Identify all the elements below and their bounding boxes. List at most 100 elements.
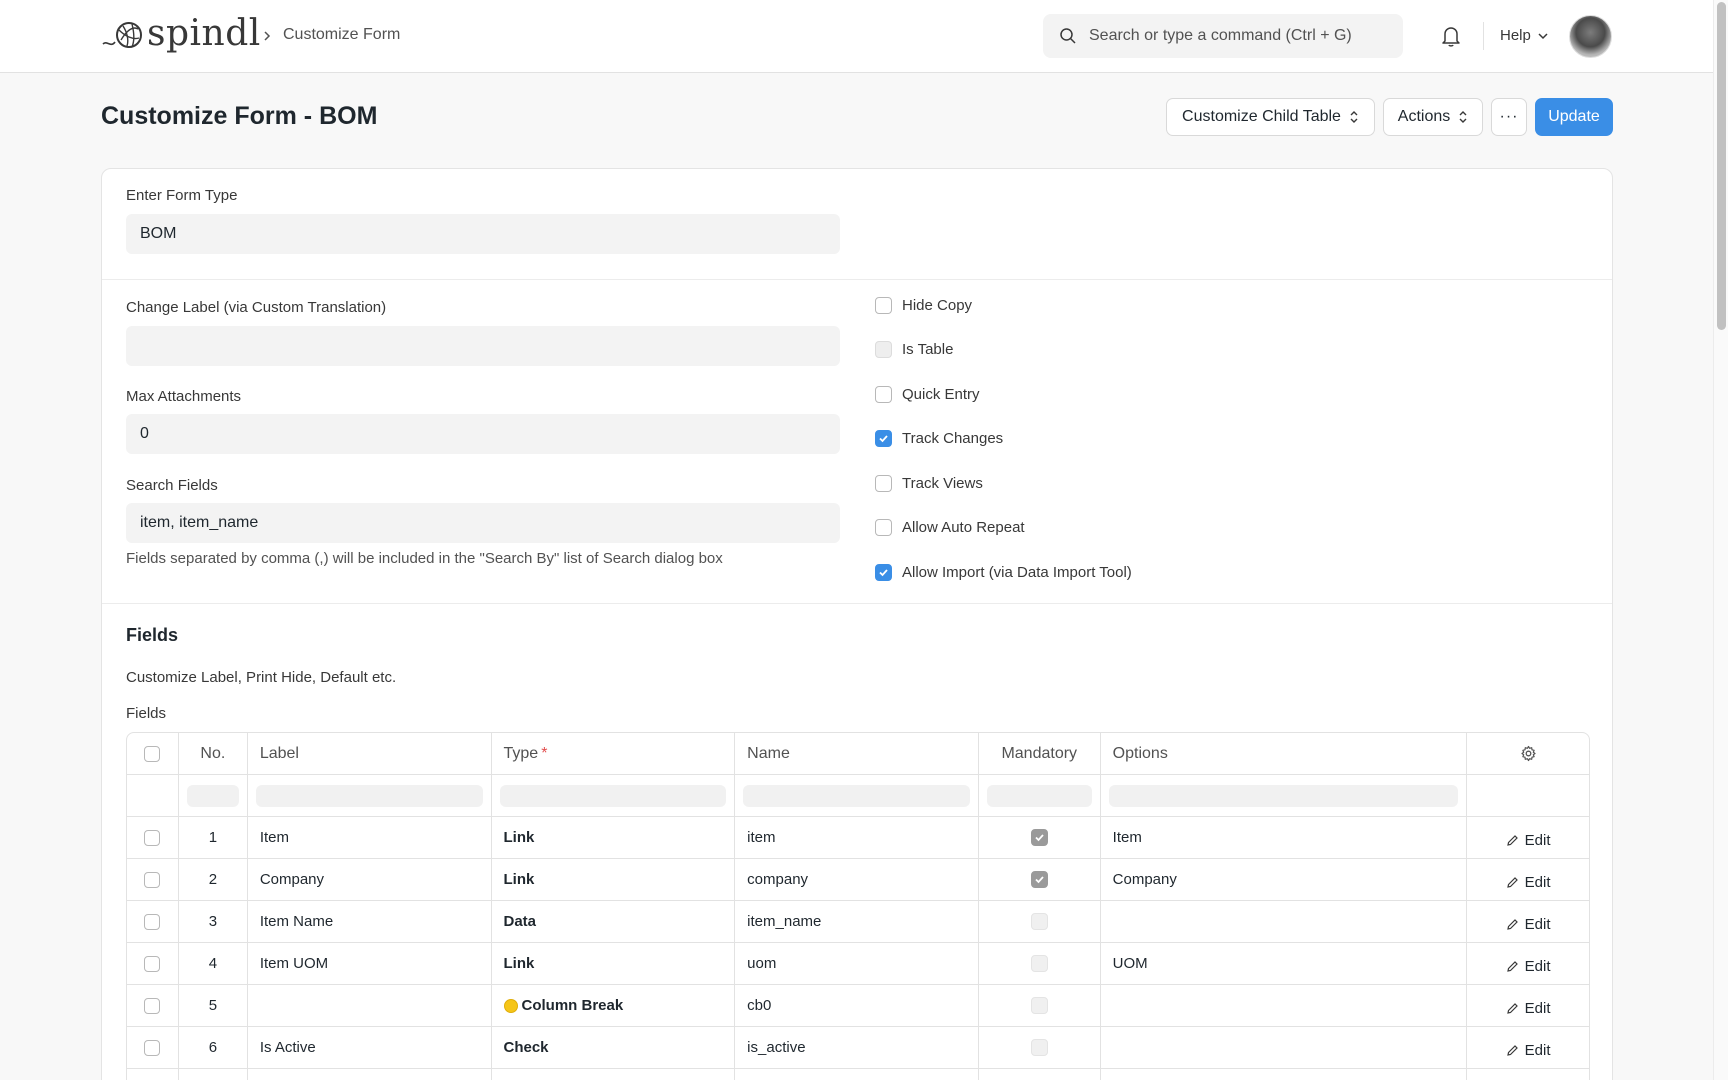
row-type-cell[interactable]: Check — [492, 1027, 736, 1068]
row-type-cell[interactable]: Link — [492, 817, 736, 858]
checkbox-box[interactable] — [875, 386, 892, 403]
mandatory-checkbox[interactable] — [1030, 1039, 1048, 1056]
actions-button[interactable]: Actions — [1383, 98, 1483, 136]
mandatory-checkbox[interactable] — [1030, 955, 1048, 972]
row-checkbox[interactable] — [144, 955, 161, 972]
search-input[interactable] — [1089, 27, 1389, 45]
max-attachments-input[interactable] — [126, 414, 840, 454]
row-edit-button[interactable]: Edit — [1506, 832, 1551, 849]
row-options[interactable] — [1101, 901, 1468, 942]
filter-no-input[interactable] — [186, 784, 239, 807]
allow-auto-repeat-checkbox[interactable]: Allow Auto Repeat — [875, 519, 1025, 536]
row-checkbox[interactable] — [144, 997, 161, 1014]
row-edit-button[interactable]: Edit — [1506, 1000, 1551, 1017]
search-fields-label: Search Fields — [126, 477, 218, 494]
table-row[interactable]: 3 Item Name Data item_name Edit — [127, 901, 1589, 943]
check-icon — [879, 569, 888, 577]
row-label[interactable]: Company — [248, 859, 492, 900]
row-options[interactable] — [1101, 985, 1468, 1026]
track-views-checkbox[interactable]: Track Views — [875, 475, 983, 492]
filter-cell — [979, 775, 1101, 816]
row-type-cell[interactable]: Link — [492, 859, 736, 900]
table-row[interactable]: 2 Company Link company Company Edit — [127, 859, 1589, 901]
row-type-cell[interactable]: Column Break — [492, 985, 736, 1026]
form-type-input[interactable] — [126, 214, 840, 254]
row-checkbox[interactable] — [144, 871, 161, 888]
row-edit-cell: Edit — [1467, 943, 1589, 984]
filter-options-input[interactable] — [1108, 784, 1459, 807]
notification-bell-icon[interactable] — [1440, 24, 1462, 48]
row-name[interactable]: is_active — [735, 1027, 979, 1068]
checkbox-box[interactable] — [875, 519, 892, 536]
change-label-input[interactable] — [126, 326, 840, 366]
row-edit-button[interactable]: Edit — [1506, 1042, 1551, 1059]
row-label[interactable]: Is Active — [248, 1027, 492, 1068]
quick-entry-checkbox[interactable]: Quick Entry — [875, 386, 980, 403]
row-label[interactable]: Item — [248, 817, 492, 858]
gear-icon[interactable] — [1520, 745, 1537, 762]
checkbox-box-checked[interactable] — [875, 430, 892, 447]
row-edit-button[interactable]: Edit — [1506, 874, 1551, 891]
check-icon — [1035, 876, 1044, 884]
help-label: Help — [1500, 27, 1531, 44]
update-button[interactable]: Update — [1535, 98, 1613, 136]
awesomebar[interactable] — [1043, 14, 1403, 58]
row-name[interactable]: company — [735, 859, 979, 900]
checkbox-box[interactable] — [875, 297, 892, 314]
breadcrumb-customize-form[interactable]: Customize Form — [283, 26, 400, 44]
table-row[interactable]: 1 Item Link item Item Edit — [127, 817, 1589, 859]
mandatory-checkbox-checked[interactable] — [1030, 871, 1048, 888]
row-name[interactable]: item — [735, 817, 979, 858]
checkbox-box[interactable] — [875, 475, 892, 492]
help-dropdown[interactable]: Help — [1500, 27, 1549, 44]
row-options[interactable] — [1101, 1027, 1468, 1068]
user-avatar[interactable] — [1569, 15, 1612, 58]
table-row[interactable]: 5 Column Break cb0 Edit — [127, 985, 1589, 1027]
filter-name-input[interactable] — [743, 784, 970, 807]
row-label[interactable]: Item Name — [248, 901, 492, 942]
row-checkbox[interactable] — [144, 913, 161, 930]
fields-section-title[interactable]: Fields — [126, 625, 178, 646]
page-scrollbar[interactable] — [1713, 0, 1728, 1080]
row-select-cell — [127, 901, 179, 942]
filter-cell — [248, 775, 492, 816]
row-checkbox[interactable] — [144, 829, 161, 846]
table-row[interactable]: 6 Is Active Check is_active Edit — [127, 1027, 1589, 1069]
search-fields-input[interactable] — [126, 503, 840, 543]
row-name[interactable]: item_name — [735, 901, 979, 942]
row-label[interactable]: Item UOM — [248, 943, 492, 984]
select-all-checkbox[interactable] — [144, 745, 161, 762]
mandatory-checkbox[interactable] — [1030, 913, 1048, 930]
row-no-cell — [179, 1069, 248, 1080]
row-name[interactable]: cb0 — [735, 985, 979, 1026]
row-name[interactable]: uom — [735, 943, 979, 984]
filter-type-input[interactable] — [499, 784, 727, 807]
customize-child-table-button[interactable]: Customize Child Table — [1166, 98, 1375, 136]
filter-mandatory-input[interactable] — [986, 784, 1092, 807]
table-row[interactable]: 4 Item UOM Link uom UOM Edit — [127, 943, 1589, 985]
mandatory-checkbox[interactable] — [1030, 997, 1048, 1014]
pencil-icon — [1506, 919, 1518, 930]
allow-import-checkbox[interactable]: Allow Import (via Data Import Tool) — [875, 564, 1132, 581]
brand-logo[interactable]: spindl — [101, 14, 261, 54]
row-label[interactable] — [248, 985, 492, 1026]
row-options[interactable]: UOM — [1101, 943, 1468, 984]
row-type-cell[interactable]: Data — [492, 901, 736, 942]
filter-label-input[interactable] — [255, 784, 483, 807]
mandatory-checkbox-checked[interactable] — [1030, 829, 1048, 846]
row-options[interactable]: Company — [1101, 859, 1468, 900]
scrollbar-thumb[interactable] — [1717, 2, 1726, 330]
row-options-cell — [1101, 1069, 1468, 1080]
track-changes-checkbox[interactable]: Track Changes — [875, 430, 1003, 447]
filter-row — [127, 775, 1589, 817]
more-options-button[interactable]: ··· — [1491, 98, 1527, 136]
row-edit-button[interactable]: Edit — [1506, 958, 1551, 975]
row-checkbox[interactable] — [144, 1039, 161, 1056]
row-edit-button[interactable]: Edit — [1506, 916, 1551, 933]
checkbox-box-checked[interactable] — [875, 564, 892, 581]
search-icon — [1060, 28, 1076, 44]
edit-label: Edit — [1524, 958, 1551, 975]
row-options[interactable]: Item — [1101, 817, 1468, 858]
row-type-cell[interactable]: Link — [492, 943, 736, 984]
hide-copy-checkbox[interactable]: Hide Copy — [875, 297, 972, 314]
